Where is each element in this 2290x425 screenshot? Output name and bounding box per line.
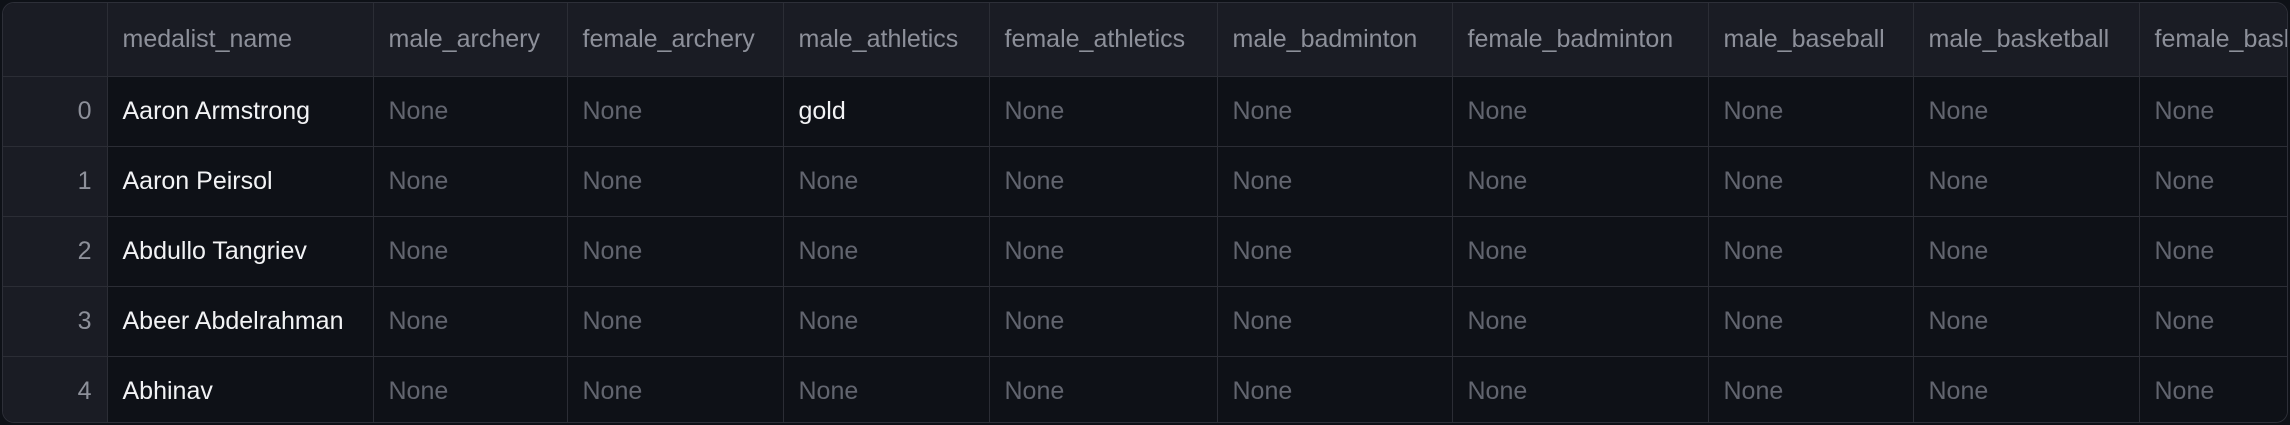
table-row: 3 Abeer Abdelrahman None None None None … (3, 286, 2287, 357)
table-cell[interactable]: Abdullo Tangriev (107, 216, 374, 287)
table-cell[interactable]: None (1452, 146, 1709, 217)
row-index: 1 (3, 146, 108, 217)
table-cell[interactable]: None (567, 146, 784, 217)
table-cell[interactable]: None (373, 216, 568, 287)
table-cell[interactable]: None (1913, 76, 2140, 147)
table-cell[interactable]: None (783, 216, 990, 287)
table-cell[interactable]: None (1452, 216, 1709, 287)
table-cell[interactable]: Aaron Armstrong (107, 76, 374, 147)
table-cell[interactable]: None (567, 76, 784, 147)
table-cell[interactable]: None (1913, 286, 2140, 357)
table-cell[interactable]: None (1217, 286, 1453, 357)
table-cell[interactable]: Aaron Peirsol (107, 146, 374, 217)
column-header[interactable]: male_athletics (783, 3, 990, 77)
column-header[interactable]: female_badminton (1452, 3, 1709, 77)
header-row: medalist_name male_archery female_archer… (3, 3, 2287, 77)
column-header[interactable]: medalist_name (107, 3, 374, 77)
table-cell[interactable]: None (1708, 356, 1914, 422)
table-row: 0 Aaron Armstrong None None gold None No… (3, 76, 2287, 147)
table-cell[interactable]: gold (783, 76, 990, 147)
table-row: 2 Abdullo Tangriev None None None None N… (3, 216, 2287, 287)
table-cell[interactable]: None (1913, 146, 2140, 217)
table-cell[interactable]: None (1708, 286, 1914, 357)
table-row: 4 Abhinav None None None None None None … (3, 356, 2287, 422)
table-cell[interactable]: None (1452, 356, 1709, 422)
row-index: 3 (3, 286, 108, 357)
column-header[interactable]: male_archery (373, 3, 568, 77)
table-cell[interactable]: None (989, 76, 1218, 147)
table-cell[interactable]: None (1217, 216, 1453, 287)
row-index: 0 (3, 76, 108, 147)
table-cell[interactable]: None (373, 356, 568, 422)
table-row: 1 Aaron Peirsol None None None None None… (3, 146, 2287, 217)
table-cell[interactable]: None (567, 286, 784, 357)
table-cell[interactable]: None (567, 356, 784, 422)
table-cell[interactable]: None (783, 286, 990, 357)
table-cell[interactable]: None (373, 286, 568, 357)
table-cell[interactable]: None (1913, 216, 2140, 287)
table-cell[interactable]: None (1708, 76, 1914, 147)
column-header[interactable]: female_basketball (2139, 3, 2287, 77)
table-cell[interactable]: None (567, 216, 784, 287)
dataframe-container: medalist_name male_archery female_archer… (2, 2, 2288, 423)
dataframe-table: medalist_name male_archery female_archer… (3, 3, 2287, 422)
table-cell[interactable]: None (1452, 286, 1709, 357)
column-header[interactable]: female_athletics (989, 3, 1218, 77)
table-cell[interactable]: None (2139, 146, 2287, 217)
table-cell[interactable]: Abeer Abdelrahman (107, 286, 374, 357)
table-cell[interactable]: None (373, 146, 568, 217)
table-cell[interactable]: None (1913, 356, 2140, 422)
table-cell[interactable]: None (373, 76, 568, 147)
table-cell[interactable]: None (989, 216, 1218, 287)
table-cell[interactable]: None (1217, 76, 1453, 147)
table-cell[interactable]: None (989, 286, 1218, 357)
column-header[interactable]: male_basketball (1913, 3, 2140, 77)
row-index: 2 (3, 216, 108, 287)
table-cell[interactable]: None (1708, 146, 1914, 217)
table-cell[interactable]: None (2139, 216, 2287, 287)
table-cell[interactable]: Abhinav (107, 356, 374, 422)
table-cell[interactable]: None (2139, 356, 2287, 422)
column-header[interactable]: male_baseball (1708, 3, 1914, 77)
table-cell[interactable]: None (2139, 286, 2287, 357)
table-cell[interactable]: None (2139, 76, 2287, 147)
table-cell[interactable]: None (989, 356, 1218, 422)
table-cell[interactable]: None (989, 146, 1218, 217)
table-cell[interactable]: None (783, 356, 990, 422)
table-cell[interactable]: None (1217, 146, 1453, 217)
table-cell[interactable]: None (783, 146, 990, 217)
column-header[interactable]: female_archery (567, 3, 784, 77)
column-header[interactable]: male_badminton (1217, 3, 1453, 77)
table-cell[interactable]: None (1217, 356, 1453, 422)
index-column-header[interactable] (3, 3, 108, 77)
table-cell[interactable]: None (1452, 76, 1709, 147)
row-index: 4 (3, 356, 108, 422)
table-cell[interactable]: None (1708, 216, 1914, 287)
